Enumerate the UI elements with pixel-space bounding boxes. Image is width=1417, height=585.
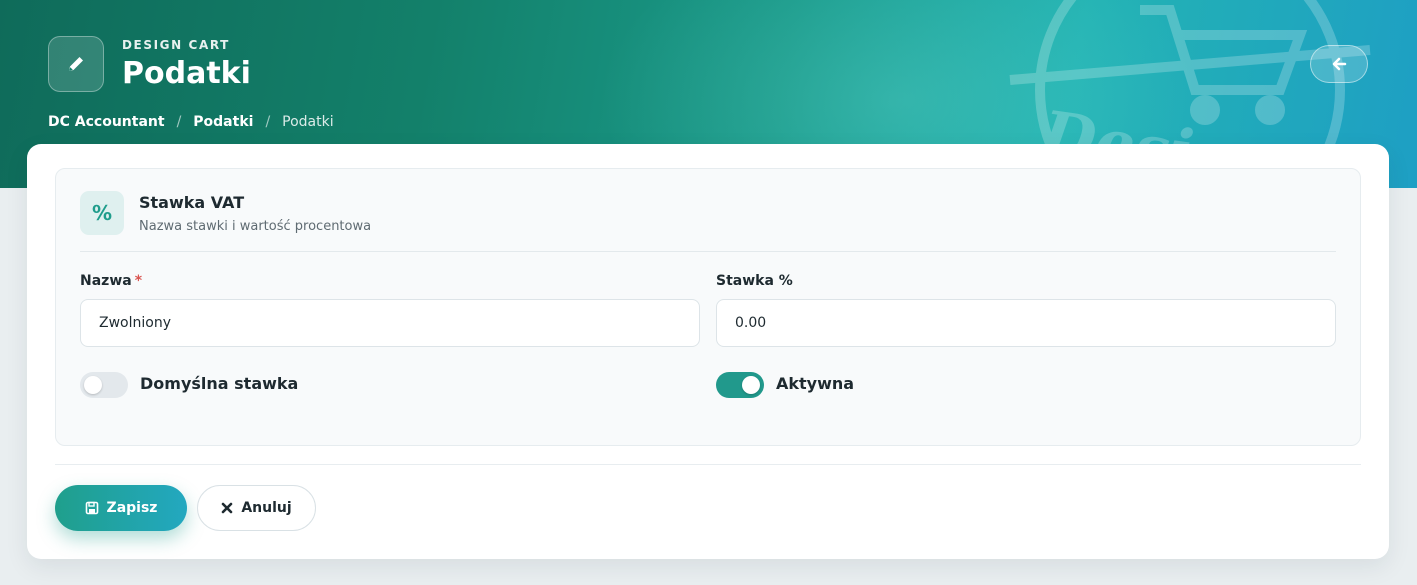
name-field-label: Nazwa * <box>80 273 142 289</box>
save-button-label: Zapisz <box>106 500 158 516</box>
rate-field-label: Stawka % <box>716 273 793 289</box>
app-eyebrow: DESIGN CART <box>122 38 230 52</box>
breadcrumb-separator: / <box>176 114 182 130</box>
breadcrumb-item-current: Podatki <box>282 114 334 130</box>
actions-divider <box>55 464 1361 465</box>
toggle-knob <box>84 376 102 394</box>
breadcrumb-item-dc-accountant[interactable]: DC Accountant <box>48 114 165 130</box>
cancel-button-label: Anuluj <box>241 500 292 516</box>
required-mark: * <box>134 273 143 289</box>
default-rate-label: Domyślna stawka <box>140 374 299 393</box>
toggle-knob <box>742 376 760 394</box>
percent-icon: % <box>80 191 124 235</box>
breadcrumb-separator: / <box>265 114 271 130</box>
breadcrumb: DC Accountant / Podatki / Podatki <box>48 114 334 130</box>
active-label: Aktywna <box>776 374 855 393</box>
page-title: Podatki <box>122 56 251 91</box>
save-button[interactable]: Zapisz <box>55 485 187 531</box>
back-button[interactable] <box>1310 45 1368 83</box>
default-rate-toggle[interactable] <box>80 372 128 398</box>
name-input[interactable]: Zwolniony <box>80 299 700 347</box>
vat-rate-section: % Stawka VAT Nazwa stawki i wartość proc… <box>55 168 1361 446</box>
rate-input[interactable]: 0.00 <box>716 299 1336 347</box>
cancel-button[interactable]: Anuluj <box>197 485 316 531</box>
section-divider <box>80 251 1336 252</box>
floppy-disk-icon <box>85 501 98 515</box>
active-toggle[interactable] <box>716 372 764 398</box>
section-title: Stawka VAT <box>139 193 245 212</box>
pencil-icon <box>69 57 83 71</box>
header-edit-icon-box <box>48 36 104 92</box>
section-subtitle: Nazwa stawki i wartość procentowa <box>139 219 372 234</box>
form-card: % Stawka VAT Nazwa stawki i wartość proc… <box>27 144 1389 559</box>
x-icon <box>222 502 233 514</box>
breadcrumb-item-podatki[interactable]: Podatki <box>193 114 253 130</box>
arrow-left-icon <box>1332 57 1347 71</box>
name-label-text: Nazwa <box>80 273 132 289</box>
